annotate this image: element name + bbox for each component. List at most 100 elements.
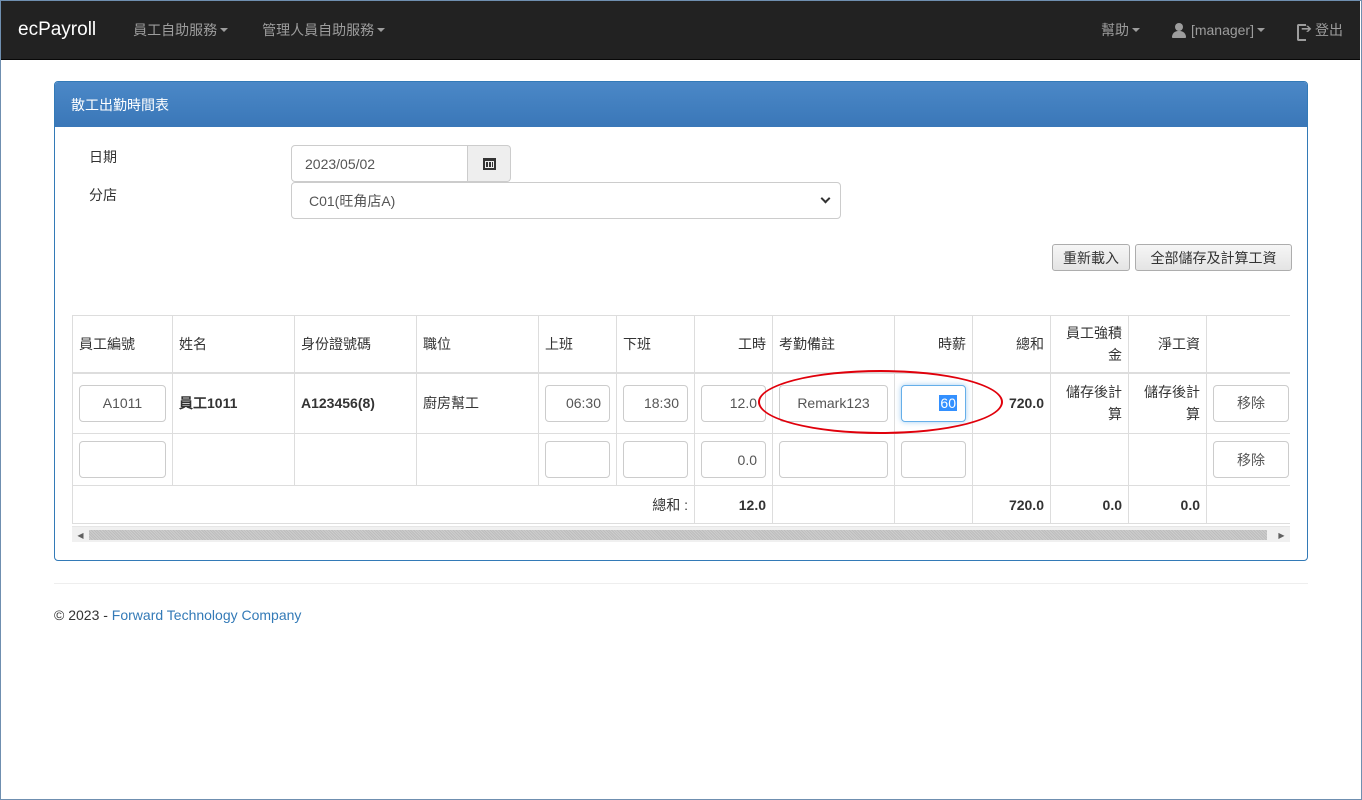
table-row: A1011 員工1011 A123456(8) 廚房幫工 06:30 18:30… bbox=[72, 372, 1290, 434]
col-start: 上班 bbox=[538, 315, 617, 374]
user-icon bbox=[1171, 22, 1186, 38]
employee-name-number: 1011 bbox=[207, 395, 238, 412]
logout-label: 登出 bbox=[1315, 22, 1343, 38]
row-net-line1: 儲存後計 bbox=[1144, 384, 1200, 401]
col-mpf-line2: 金 bbox=[1108, 346, 1122, 363]
emp-no-input[interactable] bbox=[79, 441, 166, 478]
employee-name-prefix: 員工 bbox=[179, 395, 207, 412]
panel-title: 散工出勤時間表 bbox=[55, 82, 1307, 127]
remark-input[interactable] bbox=[779, 441, 888, 478]
hourly-rate-input[interactable] bbox=[901, 441, 966, 478]
navbar-right: 幫助 [manager] 登出 bbox=[1085, 1, 1360, 59]
row-net: 儲存後計 算 bbox=[1128, 372, 1207, 434]
col-total: 總和 bbox=[972, 315, 1051, 374]
branch-select[interactable]: C01(旺角店A) bbox=[291, 182, 841, 219]
timesheet-table: 員工編號 姓名 身份證號碼 職位 上班 下班 工時 考勤備註 時薪 總和 員工強… bbox=[72, 315, 1290, 524]
row-total: 720.0 bbox=[972, 372, 1051, 434]
brand-logo[interactable]: ecPayroll bbox=[18, 19, 96, 41]
row-total bbox=[972, 433, 1051, 486]
menu-user[interactable]: [manager] bbox=[1156, 1, 1281, 59]
logout-link[interactable]: 登出 bbox=[1281, 1, 1360, 59]
date-label: 日期 bbox=[89, 149, 117, 165]
hours-input[interactable]: 0.0 bbox=[701, 441, 766, 478]
end-time-input[interactable] bbox=[623, 441, 688, 478]
remove-row-button[interactable]: 移除 bbox=[1213, 384, 1289, 422]
employee-name bbox=[172, 433, 295, 486]
footer-copyright: © 2023 - bbox=[54, 607, 112, 623]
footer-company-link[interactable]: Forward Technology Company bbox=[112, 607, 302, 623]
summary-total: 720.0 bbox=[972, 485, 1051, 524]
caret-down-icon bbox=[377, 28, 386, 32]
col-position: 職位 bbox=[416, 315, 539, 374]
summary-hours: 12.0 bbox=[694, 485, 773, 524]
table-header-row: 員工編號 姓名 身份證號碼 職位 上班 下班 工時 考勤備註 時薪 總和 員工強… bbox=[72, 315, 1290, 374]
summary-label: 總和 : bbox=[72, 485, 695, 524]
col-name: 姓名 bbox=[172, 315, 295, 374]
row-mpf: 儲存後計 算 bbox=[1050, 372, 1129, 434]
date-picker-button[interactable] bbox=[468, 145, 511, 182]
summary-actions-empty bbox=[1206, 485, 1290, 524]
employee-position: 廚房幫工 bbox=[416, 372, 539, 434]
menu-manager-label: 管理人員自助服務 bbox=[262, 22, 375, 38]
calendar-icon bbox=[482, 157, 496, 170]
hourly-rate-selected-text: 60 bbox=[939, 395, 957, 412]
summary-net: 0.0 bbox=[1128, 485, 1207, 524]
menu-manager-self-service[interactable]: 管理人員自助服務 bbox=[245, 1, 402, 59]
col-mpf-line1: 員工強積 bbox=[1066, 324, 1122, 341]
col-emp-no: 員工編號 bbox=[72, 315, 173, 374]
reload-button[interactable]: 重新載入 bbox=[1052, 244, 1130, 271]
remove-row-button[interactable]: 移除 bbox=[1213, 441, 1289, 478]
emp-no-input[interactable]: A1011 bbox=[79, 384, 166, 422]
scroll-right-arrow-icon[interactable]: ▶ bbox=[1273, 527, 1290, 543]
caret-down-icon bbox=[1257, 28, 1265, 32]
chevron-down-icon bbox=[820, 193, 831, 204]
table-row: 0.0 移除 bbox=[72, 433, 1290, 486]
summary-remark-empty bbox=[772, 485, 895, 524]
menu-employee-label: 員工自助服務 bbox=[133, 22, 218, 38]
row-net bbox=[1128, 433, 1207, 486]
save-all-calc-button[interactable]: 全部儲存及計算工資 bbox=[1135, 244, 1292, 271]
col-actions bbox=[1206, 315, 1290, 374]
employee-id-no bbox=[294, 433, 417, 486]
timesheet-panel: 散工出勤時間表 日期 2023/05/02 分店 C01(旺角店A) 重新載入 … bbox=[54, 81, 1308, 561]
employee-id-no: A123456(8) bbox=[294, 372, 417, 434]
table-horizontal-scrollbar[interactable]: ◀ ▶ bbox=[72, 526, 1290, 542]
caret-down-icon bbox=[1131, 28, 1140, 32]
summary-row: 總和 : 12.0 720.0 0.0 0.0 bbox=[72, 485, 1290, 524]
hourly-rate-input[interactable]: 60 bbox=[901, 384, 966, 422]
start-time-input[interactable] bbox=[545, 441, 610, 478]
menu-help[interactable]: 幫助 bbox=[1085, 1, 1156, 59]
col-end: 下班 bbox=[616, 315, 695, 374]
summary-rate-empty bbox=[894, 485, 973, 524]
col-hours: 工時 bbox=[694, 315, 773, 374]
top-navbar: ecPayroll 員工自助服務 管理人員自助服務 幫助 [manager] 登… bbox=[1, 1, 1360, 60]
scroll-left-arrow-icon[interactable]: ◀ bbox=[72, 527, 89, 543]
employee-position bbox=[416, 433, 539, 486]
timesheet-table-container: 員工編號 姓名 身份證號碼 職位 上班 下班 工時 考勤備註 時薪 總和 員工強… bbox=[72, 315, 1290, 545]
date-picker: 2023/05/02 bbox=[291, 145, 511, 182]
branch-selected-value: C01(旺角店A) bbox=[309, 192, 396, 209]
logout-icon bbox=[1297, 21, 1312, 41]
menu-help-label: 幫助 bbox=[1100, 22, 1129, 38]
col-remark: 考勤備註 bbox=[772, 315, 895, 374]
branch-label: 分店 bbox=[89, 187, 117, 203]
start-time-input[interactable]: 06:30 bbox=[545, 384, 610, 422]
menu-employee-self-service[interactable]: 員工自助服務 bbox=[116, 1, 245, 59]
employee-name: 員工1011 bbox=[172, 372, 295, 434]
row-mpf bbox=[1050, 433, 1129, 486]
col-net: 淨工資 bbox=[1128, 315, 1207, 374]
date-input[interactable]: 2023/05/02 bbox=[291, 145, 468, 182]
remark-input[interactable]: Remark123 bbox=[779, 384, 888, 422]
hours-input[interactable]: 12.0 bbox=[701, 384, 766, 422]
col-mpf: 員工強積 金 bbox=[1050, 315, 1129, 374]
caret-down-icon bbox=[220, 28, 229, 32]
scroll-thumb[interactable] bbox=[89, 530, 1267, 540]
footer-divider bbox=[54, 583, 1308, 584]
row-mpf-line1: 儲存後計 bbox=[1066, 384, 1122, 401]
col-id-no: 身份證號碼 bbox=[294, 315, 417, 374]
row-mpf-line2: 算 bbox=[1108, 406, 1122, 423]
col-rate: 時薪 bbox=[894, 315, 973, 374]
end-time-input[interactable]: 18:30 bbox=[623, 384, 688, 422]
footer: © 2023 - Forward Technology Company bbox=[54, 607, 301, 623]
row-net-line2: 算 bbox=[1186, 406, 1200, 423]
